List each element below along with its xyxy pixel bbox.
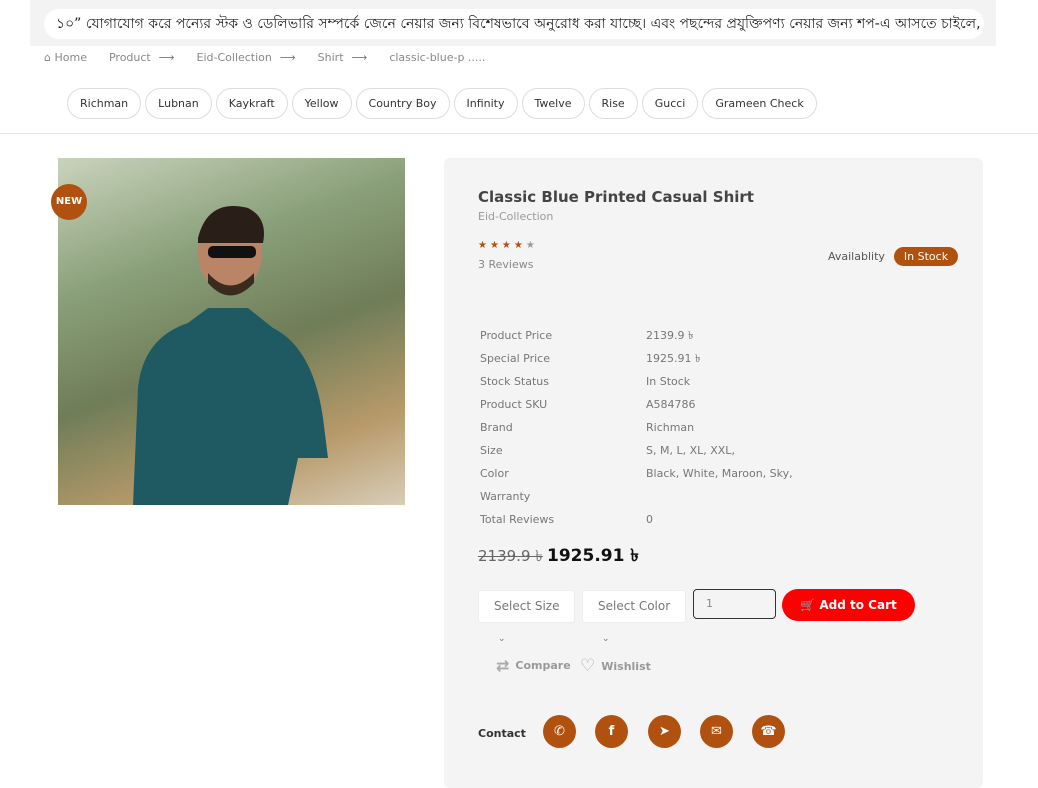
chevron-down-icon: ⌄ bbox=[498, 634, 506, 644]
spec-row: Special Price 1925.91 ৳ bbox=[480, 352, 701, 365]
product-title: Classic Blue Printed Casual Shirt bbox=[478, 188, 754, 206]
notice-bar: ১০” যোগাযোগ করে পন্যের স্টক ও ডেলিভারি স… bbox=[30, 0, 996, 46]
spec-row: Total Reviews 0 bbox=[480, 513, 653, 526]
special-price: 1925.91 ৳ bbox=[547, 546, 639, 566]
arrow-icon: ⟶ bbox=[351, 51, 368, 64]
arrow-icon: ⟶ bbox=[279, 51, 296, 64]
brand-chip[interactable]: Yellow bbox=[291, 88, 352, 119]
product-info-panel: Classic Blue Printed Casual Shirt Eid-Co… bbox=[444, 158, 983, 788]
breadcrumb-current: classic-blue-p ..... bbox=[389, 51, 486, 64]
new-badge: NEW bbox=[51, 184, 87, 220]
brand-chip[interactable]: Richman bbox=[67, 88, 142, 119]
product-image[interactable] bbox=[58, 158, 405, 505]
rating-stars: ★★★★★ bbox=[478, 240, 538, 251]
breadcrumb-shirt[interactable]: Shirt bbox=[318, 51, 344, 64]
wishlist-button[interactable]: ♡ Wishlist bbox=[580, 656, 651, 676]
spec-row: Warranty bbox=[480, 490, 531, 503]
color-select[interactable]: Select Color ⌄ bbox=[582, 590, 686, 644]
review-count[interactable]: 3 Reviews bbox=[478, 258, 533, 271]
email-icon[interactable]: ✉ bbox=[700, 715, 733, 748]
home-icon: ⌂ bbox=[44, 51, 51, 64]
stock-badge: In Stock bbox=[894, 247, 958, 266]
notice-text: ১০” যোগাযোগ করে পন্যের স্টক ও ডেলিভারি স… bbox=[44, 9, 984, 39]
cart-icon: 🛒 bbox=[800, 598, 816, 612]
brand-chip[interactable]: Grameen Check bbox=[702, 88, 817, 119]
spec-row: Product Price 2139.9 ৳ bbox=[480, 329, 694, 342]
compare-icon: ⇄ bbox=[496, 656, 510, 675]
spec-table: Product Price 2139.9 ৳ Special Price 1925.… bbox=[480, 328, 793, 535]
spec-row: Product SKU A584786 bbox=[480, 398, 696, 411]
divider bbox=[0, 133, 1038, 134]
chevron-down-icon: ⌄ bbox=[602, 634, 610, 644]
brand-chip[interactable]: Gucci bbox=[641, 88, 699, 119]
model-figure bbox=[133, 206, 328, 505]
phone-icon[interactable]: ☎ bbox=[752, 715, 785, 748]
availability-label: Availablity bbox=[828, 250, 885, 263]
arrow-icon: ⟶ bbox=[158, 51, 175, 64]
old-price: 2139.9 ৳ bbox=[478, 547, 543, 565]
spec-row: Brand Richman bbox=[480, 421, 695, 434]
brand-chip[interactable]: Rise bbox=[588, 88, 638, 119]
add-to-cart-button[interactable]: 🛒 Add to Cart bbox=[782, 589, 915, 621]
brand-chip[interactable]: Infinity bbox=[453, 88, 518, 119]
brand-chip[interactable]: Lubnan bbox=[145, 88, 212, 119]
spec-row: Stock Status In Stock bbox=[480, 375, 691, 388]
compare-button[interactable]: ⇄ Compare bbox=[496, 656, 571, 675]
breadcrumb-collection[interactable]: Eid-Collection bbox=[197, 51, 272, 64]
star-icon: ★★★★ bbox=[478, 240, 526, 251]
facebook-icon[interactable]: f bbox=[595, 715, 628, 748]
brand-filter-list: Richman Lubnan Kaykraft Yellow Country B… bbox=[67, 88, 817, 119]
spec-row: Size S, M, L, XL, XXL, bbox=[480, 444, 735, 457]
breadcrumb: ⌂ Home Product ⟶ Eid-Collection ⟶ Shirt ⟶ c… bbox=[44, 51, 507, 64]
breadcrumb-home[interactable]: ⌂ Home bbox=[44, 51, 87, 64]
star-empty-icon: ★ bbox=[525, 240, 538, 251]
telegram-icon[interactable]: ➤ bbox=[648, 715, 681, 748]
quantity-input[interactable]: 1 bbox=[693, 589, 776, 619]
size-select[interactable]: Select Size ⌄ bbox=[478, 590, 575, 644]
spec-row: Color Black, White, Maroon, Sky, bbox=[480, 467, 793, 480]
brand-chip[interactable]: Kaykraft bbox=[215, 88, 288, 119]
brand-chip[interactable]: Country Boy bbox=[355, 88, 450, 119]
brand-chip[interactable]: Twelve bbox=[521, 88, 585, 119]
heart-icon: ♡ bbox=[580, 656, 596, 676]
contact-label: Contact bbox=[478, 727, 526, 740]
whatsapp-icon[interactable]: ✆ bbox=[543, 715, 576, 748]
product-collection[interactable]: Eid-Collection bbox=[478, 210, 553, 223]
breadcrumb-product[interactable]: Product bbox=[109, 51, 151, 64]
